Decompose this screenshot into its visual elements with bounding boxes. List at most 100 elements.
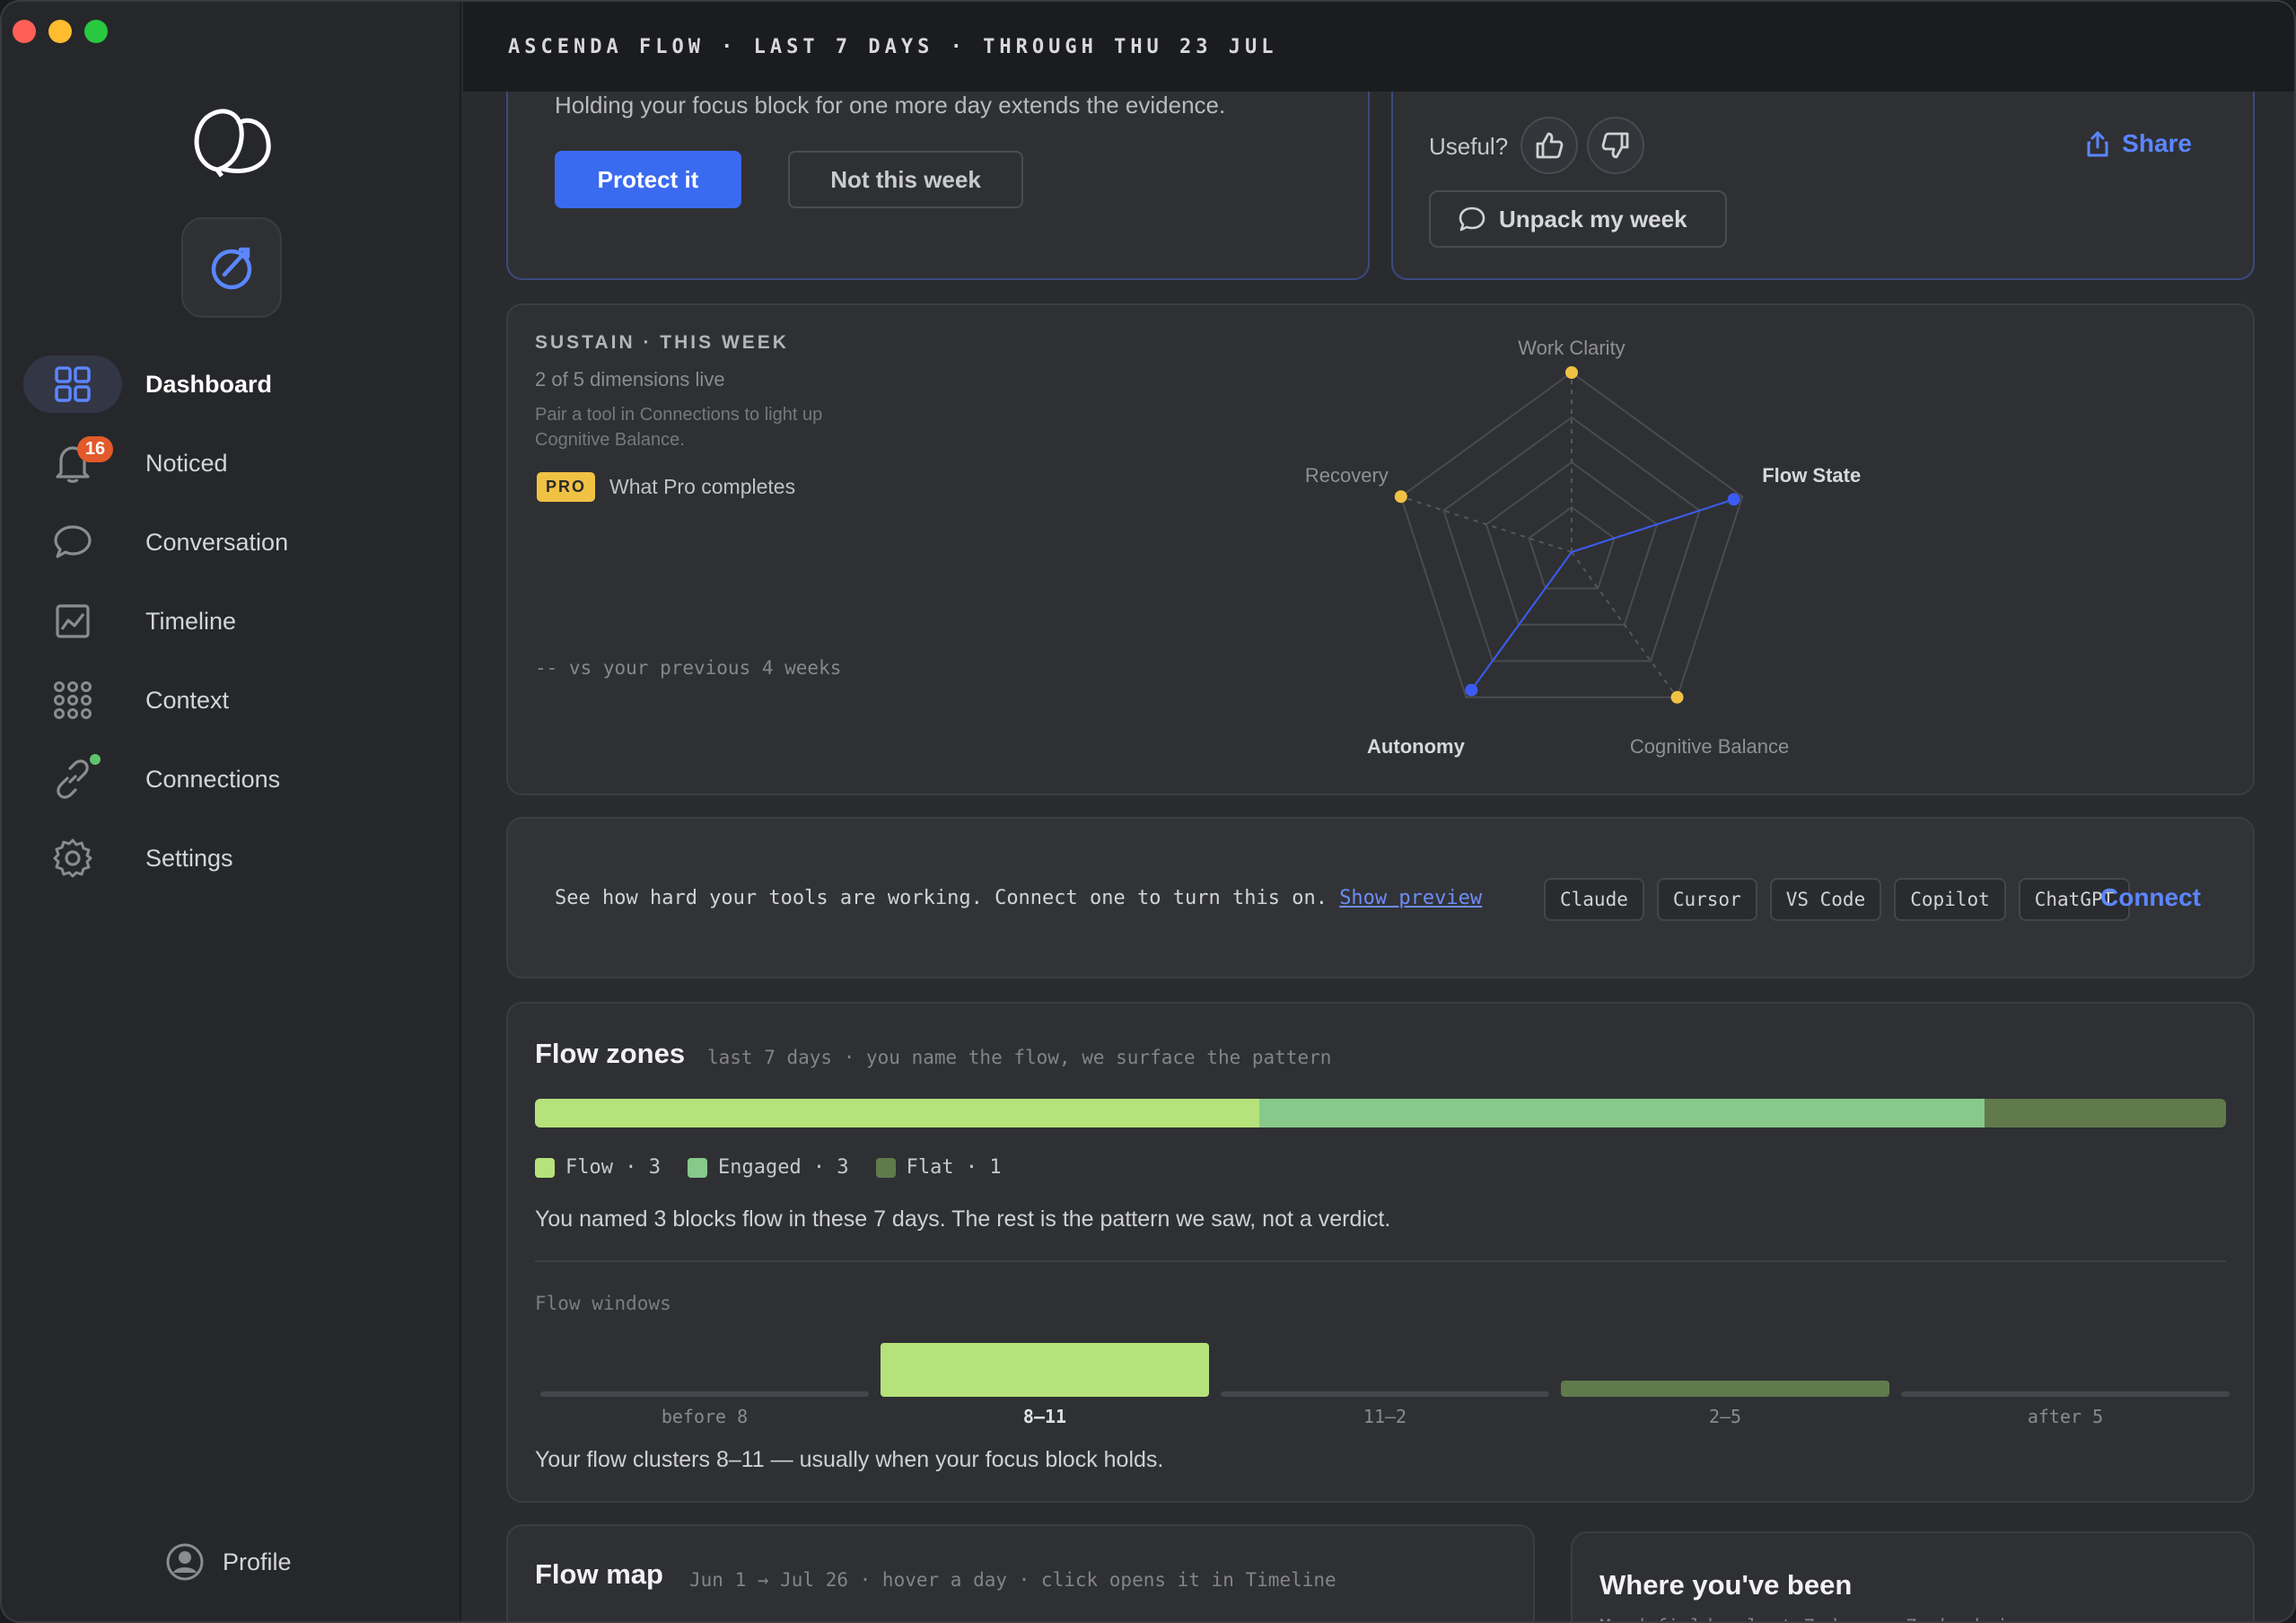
connect-text: See how hard your tools are working. Con… [555,887,1328,909]
flow-map-title: Flow map [535,1558,663,1590]
main-nav: Dashboard 16 Noticed Conversation Timeli… [23,345,445,898]
protect-it-button[interactable]: Protect it [555,151,741,208]
show-preview-link[interactable]: Show preview [1339,887,1482,909]
minimize-window-button[interactable] [48,20,72,43]
connect-button[interactable]: Connect [2100,883,2201,912]
radar-point-autonomy [1465,683,1478,697]
nav-item-settings[interactable]: Settings [23,819,445,898]
connect-message: See how hard your tools are working. Con… [555,887,1482,909]
thumbs-up-icon [1536,132,1564,159]
page-title: ASCENDA FLOW · LAST 7 DAYS · THROUGH THU… [508,35,1278,58]
nav-label-conversation: Conversation [145,528,289,556]
nav-item-connections[interactable]: Connections [23,740,445,819]
focus-block-text: Holding your focus block for one more da… [555,92,1226,118]
nav-item-context[interactable]: Context [23,661,445,740]
share-icon [2087,131,2108,157]
zoom-window-button[interactable] [84,20,108,43]
sustain-title: SUSTAIN · THIS WEEK [535,332,789,353]
flow-zones-subtitle: last 7 days · you name the flow, we surf… [707,1047,1332,1068]
flow-window-bar[interactable] [1901,1391,2230,1397]
thumbs-down-button[interactable] [1587,117,1644,174]
app-window: Dashboard 16 Noticed Conversation Timeli… [0,0,2296,1623]
nav-label-timeline: Timeline [145,607,237,635]
radar-point-cognitive-balance [1670,690,1684,704]
connections-status-dot [90,754,101,765]
useful-label: Useful? [1429,133,1509,160]
flow-window-label: 8–11 [1022,1406,1067,1427]
sustain-radar-chart: Work Clarity Flow State Cognitive Balance A… [1305,337,1861,758]
radar-label-cognitive-balance: Cognitive Balance [1630,735,1789,758]
flow-window-bar[interactable] [1561,1381,1889,1397]
not-this-week-button[interactable]: Not this week [788,151,1023,208]
sustain-card: SUSTAIN · THIS WEEK 2 of 5 dimensions li… [506,303,2255,795]
pro-text: What Pro completes [609,475,796,498]
nav-label-connections: Connections [145,765,281,793]
chat-bubble-icon [54,525,92,558]
flow-window-label: 11–2 [1363,1406,1407,1427]
radar-label-recovery: Recovery [1305,464,1389,487]
focus-icon [211,247,252,290]
thumbs-down-icon [1601,132,1629,159]
chart-icon [56,604,90,638]
tool-chip-copilot[interactable]: Copilot [1894,878,2006,921]
legend-engaged: Engaged · 3 [687,1156,849,1179]
radar-grid-ring [1485,461,1659,626]
nav-item-dashboard[interactable]: Dashboard [23,345,445,424]
divider [535,1260,2226,1262]
radar-label-autonomy: Autonomy [1367,735,1466,758]
share-label: Share [2122,129,2192,157]
nav-item-conversation[interactable]: Conversation [23,503,445,582]
flow-windows-chart: before 8 8–11 11–2 2–5 after 5 [535,1336,2230,1434]
flow-window-label: 2–5 [1708,1406,1742,1427]
radar-point-work-clarity [1565,366,1578,379]
zone-segment-flat [1984,1099,2226,1127]
tool-chip-vscode[interactable]: VS Code [1769,878,1882,921]
nav-item-timeline[interactable]: Timeline [23,582,445,661]
where-subtitle: Mood field · last 7 days · 7 check-ins [1599,1616,2030,1621]
flow-zones-legend: Flow · 3 Engaged · 3 Flat · 1 [535,1156,1002,1179]
flow-window-bar[interactable] [540,1391,869,1397]
dots-grid-icon [54,681,92,719]
app-logo [186,102,276,183]
share-button[interactable]: Share [2086,129,2192,158]
close-window-button[interactable] [13,20,36,43]
noticed-count-badge: 16 [77,436,113,462]
radar-point-flow-state [1727,493,1740,506]
flow-map-subtitle: Jun 1 → Jul 26 · hover a day · click ope… [689,1569,1336,1591]
flow-window-bar[interactable] [881,1343,1209,1397]
pro-upsell-link[interactable]: PRO What Pro completes [537,472,795,502]
nav-label-settings: Settings [145,844,233,872]
flow-zones-card: Flow zones last 7 days · you name the fl… [506,1002,2255,1503]
flow-zones-title: Flow zones [535,1038,686,1069]
unpack-my-week-button[interactable]: Unpack my week [1429,190,1727,248]
tool-chip-cursor[interactable]: Cursor [1656,878,1757,921]
where-title: Where you've been [1599,1569,1853,1601]
tool-chip-claude[interactable]: Claude [1544,878,1644,921]
sustain-note: Pair a tool in Connections to light up C… [535,405,823,450]
focus-mode-button[interactable] [181,217,282,318]
radar-point-recovery [1394,490,1407,504]
nav-label-context: Context [145,686,230,714]
unpack-label: Unpack my week [1499,205,1687,232]
nav-label-noticed: Noticed [145,449,228,477]
profile-label: Profile [223,1548,292,1575]
radar-label-flow-state: Flow State [1762,464,1861,487]
sustain-subtitle: 2 of 5 dimensions live [535,368,725,390]
flow-zones-summary: You named 3 blocks flow in these 7 days.… [535,1206,1391,1232]
flow-window-label: before 8 [661,1406,749,1427]
legend-flat: Flat · 1 [875,1156,1002,1179]
flow-zones-bar [535,1099,2226,1127]
avatar-icon [166,1543,204,1581]
nav-label-dashboard: Dashboard [145,370,273,398]
nav-item-noticed[interactable]: 16 Noticed [23,424,445,503]
flow-windows-label: Flow windows [535,1293,671,1314]
flow-window-bar[interactable] [1221,1391,1549,1397]
radar-spoke [1400,496,1573,553]
top-header: ASCENDA FLOW · LAST 7 DAYS · THROUGH THU… [463,2,2294,92]
zone-segment-engaged [1259,1099,1985,1127]
zone-segment-flow [535,1099,1260,1127]
thumbs-up-button[interactable] [1520,117,1578,174]
flow-map-card: Flow map Jun 1 → Jul 26 · hover a day · … [506,1524,1535,1621]
comparison-note: -- vs your previous 4 weeks [535,657,842,679]
profile-button[interactable]: Profile [165,1542,292,1582]
